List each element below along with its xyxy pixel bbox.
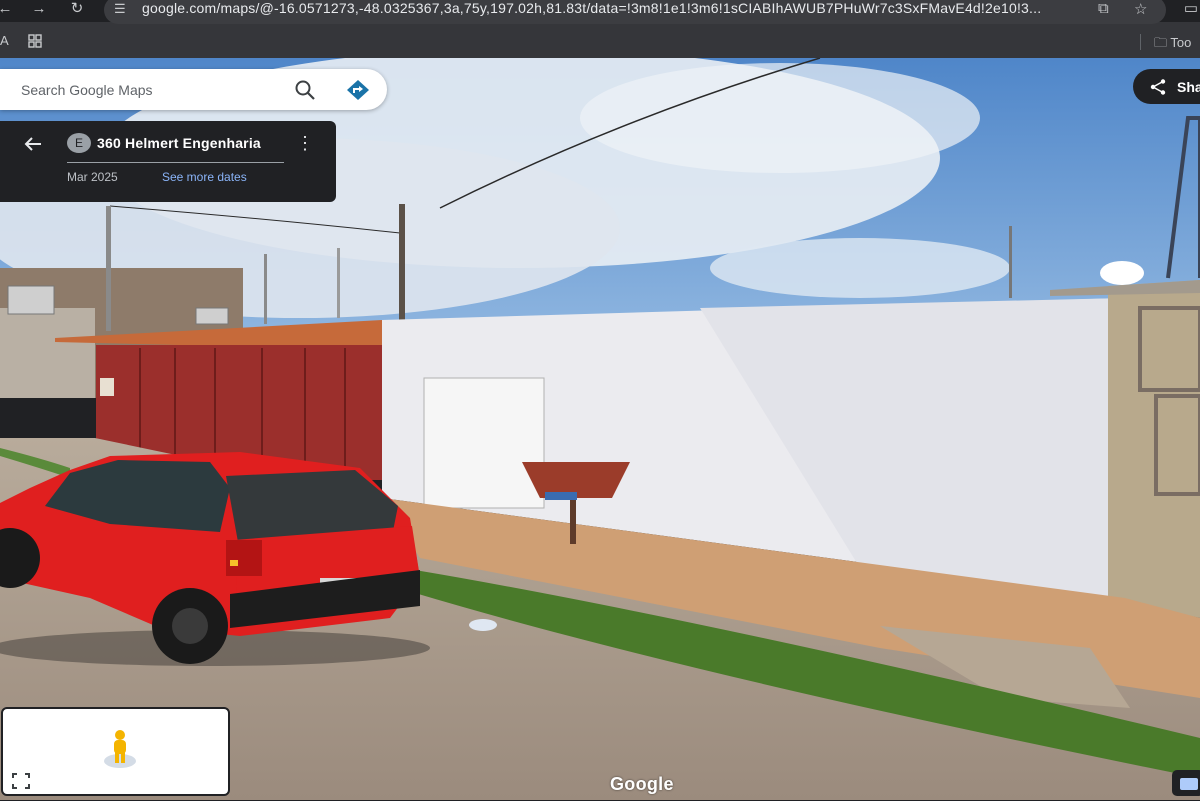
url-text[interactable]: google.com/maps/@-16.0571273,-48.0325367… [142,0,1041,16]
capture-date: Mar 2025 [67,170,118,184]
browser-toolbar: ← → ↻ ☰ google.com/maps/@-16.0571273,-48… [0,0,1200,24]
folder-icon: 🗀 [1154,35,1171,50]
avatar: E [67,133,91,153]
google-logo: Google [610,774,674,794]
place-title[interactable]: 360 Helmert Engenharia [97,135,261,151]
expand-icon[interactable] [10,771,32,791]
bookmark-star-icon[interactable]: ☆ [1134,0,1147,18]
pegman-icon[interactable] [101,729,139,769]
search-box[interactable]: Search Google Maps [0,69,387,110]
reload-icon[interactable]: ↻ [66,0,88,20]
bookmark-folder[interactable]: 🗀 Too [1154,34,1191,56]
apps-grid-icon[interactable] [28,34,42,48]
install-app-icon[interactable]: ⧉ [1098,0,1109,17]
site-settings-icon[interactable]: ☰ [114,2,130,16]
imagery-icon [1180,778,1198,790]
share-label: Sha [1177,79,1200,95]
share-icon [1150,79,1166,95]
back-arrow-icon[interactable]: ← [0,0,16,20]
card-divider [67,162,284,163]
browser-chrome: ← → ↻ ☰ google.com/maps/@-16.0571273,-48… [0,0,1200,58]
see-more-dates-link[interactable]: See more dates [162,170,247,184]
search-input[interactable]: Search Google Maps [21,82,153,98]
forward-arrow-icon[interactable]: → [28,0,50,20]
bookmarks-bar: A 🗀 Too [0,28,1200,56]
search-icon[interactable] [294,79,316,101]
imagery-thumbnail[interactable] [1172,770,1200,796]
bookmark-folder-label: Too [1170,35,1192,50]
address-bar[interactable]: ☰ google.com/maps/@-16.0571273,-48.03253… [104,0,1166,24]
bookmark-item[interactable]: A [0,33,9,48]
minimap[interactable] [1,707,230,796]
back-arrow-icon[interactable] [22,133,44,155]
directions-icon[interactable] [346,79,370,101]
share-button[interactable]: Sha [1133,69,1200,104]
bookmarks-divider [1140,34,1141,50]
extensions-icon[interactable]: ▭ [1180,0,1200,20]
more-vert-icon[interactable]: ⋮ [296,134,314,154]
